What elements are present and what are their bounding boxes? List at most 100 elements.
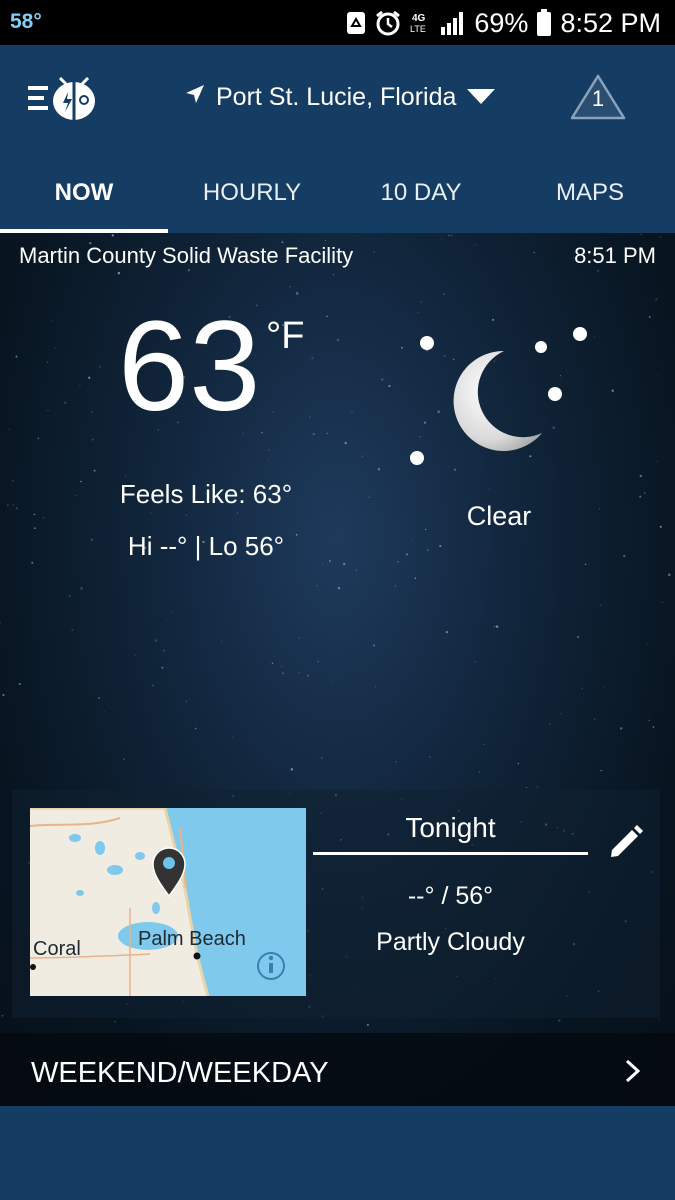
star-dot [639,474,642,478]
star-dot [8,428,10,430]
hi-lo-temperature: Hi --° | Lo 56° [127,531,285,561]
star-dot [236,512,238,514]
star-dot [117,271,121,275]
star-dot [442,293,445,296]
alerts-button[interactable]: 1 [568,72,628,122]
condition-label: Clear [466,501,532,531]
star-dot [42,516,44,519]
status-bar: 58° 4G LTE 69% 8:52 PM [0,0,675,45]
star-dot [33,513,36,516]
star-dot [351,411,353,413]
star-dot [493,626,496,628]
star-dot [315,584,318,587]
tab-label: HOURLY [202,179,302,206]
weather-station-name: Martin County Solid Waste Facility [19,243,354,268]
star-dot [326,315,328,318]
svg-text:4G: 4G [412,13,426,24]
star-dot [483,743,485,745]
star-dot [420,301,422,303]
star-dot [661,602,663,604]
star-dot [320,757,323,759]
star-dot [375,686,377,688]
tab-maps[interactable]: MAPS [506,153,674,233]
star-dot [322,564,324,566]
star-dot [152,684,154,687]
star-dot [309,416,311,418]
star-dot [426,548,429,552]
star-dot [134,654,136,656]
star-dot [541,562,543,564]
star-dot [640,233,642,236]
star-dot [417,312,419,314]
menu-button[interactable] [28,74,100,124]
weatherbug-logo [53,76,95,120]
location-selector[interactable]: Port St. Lucie, Florida [184,79,496,115]
star-dot [31,561,34,564]
star-dot [475,244,477,246]
star-dot [361,455,364,457]
star-dot [282,672,284,675]
tab-hourly[interactable]: HOURLY [168,153,336,233]
star-dot [660,236,662,238]
menu-icon [28,86,48,110]
edit-button[interactable] [606,822,646,862]
weekend-weekday-row[interactable]: WEEKEND/WEEKDAY [0,1033,675,1106]
star-dot [652,726,655,728]
star-dot [64,401,67,404]
star-dot [479,771,481,773]
signal-icon [440,11,466,35]
star-dot [295,292,299,295]
tab-now[interactable]: NOW [0,153,168,233]
moon-stars-icon [400,323,600,473]
star-dot [611,389,614,393]
star-dot [495,625,499,628]
star-dot [599,604,602,606]
star-dot [655,460,657,462]
forecast-card[interactable]: Coral Palm Beach Tonight --° / 56° Partl… [12,790,660,1018]
star-dot [290,768,294,771]
star-dot [123,758,125,760]
star-dot [441,238,443,240]
feels-like: Feels Like: 63° [119,479,293,509]
star-dot [388,385,391,388]
star-dot [451,234,453,236]
star-dot [125,475,127,477]
star-dot [104,711,106,713]
tab-10-day[interactable]: 10 DAY [337,153,505,233]
star-dot [161,666,164,669]
star-dot [50,320,52,322]
star-dot [261,432,263,434]
chevron-right-icon [625,1059,641,1083]
star-dot [330,681,332,683]
star-dot [647,644,649,646]
star-dot [655,298,658,301]
forecast-temperatures: --° / 56° [407,882,494,910]
star-dot [548,723,551,726]
forecast-condition: Partly Cloudy [376,928,525,956]
star-dot [475,661,476,663]
star-dot [658,1019,661,1021]
bottom-panel [0,1106,675,1200]
star-dot [162,649,165,652]
star-dot [536,786,538,788]
star-dot [312,433,315,436]
location-map[interactable]: Coral Palm Beach [30,808,306,996]
star-dot [600,769,602,772]
star-dot [2,693,5,697]
status-time: 8:52 PM [560,7,661,38]
star-dot [194,727,197,730]
star-dot [271,662,274,665]
star-dot [232,736,234,738]
star-dot [18,682,21,686]
star-dot [394,760,397,763]
star-dot [280,665,283,668]
star-dot [668,573,671,576]
star-dot [623,554,626,558]
alert-count: 1 [591,86,605,111]
map-graphic [30,808,285,996]
dropdown-caret-icon [466,83,496,112]
star-dot [373,644,376,647]
star-dot [594,718,596,720]
star-dot [324,239,327,242]
status-icons: 4G LTE 69% 8:52 PM [346,6,661,40]
